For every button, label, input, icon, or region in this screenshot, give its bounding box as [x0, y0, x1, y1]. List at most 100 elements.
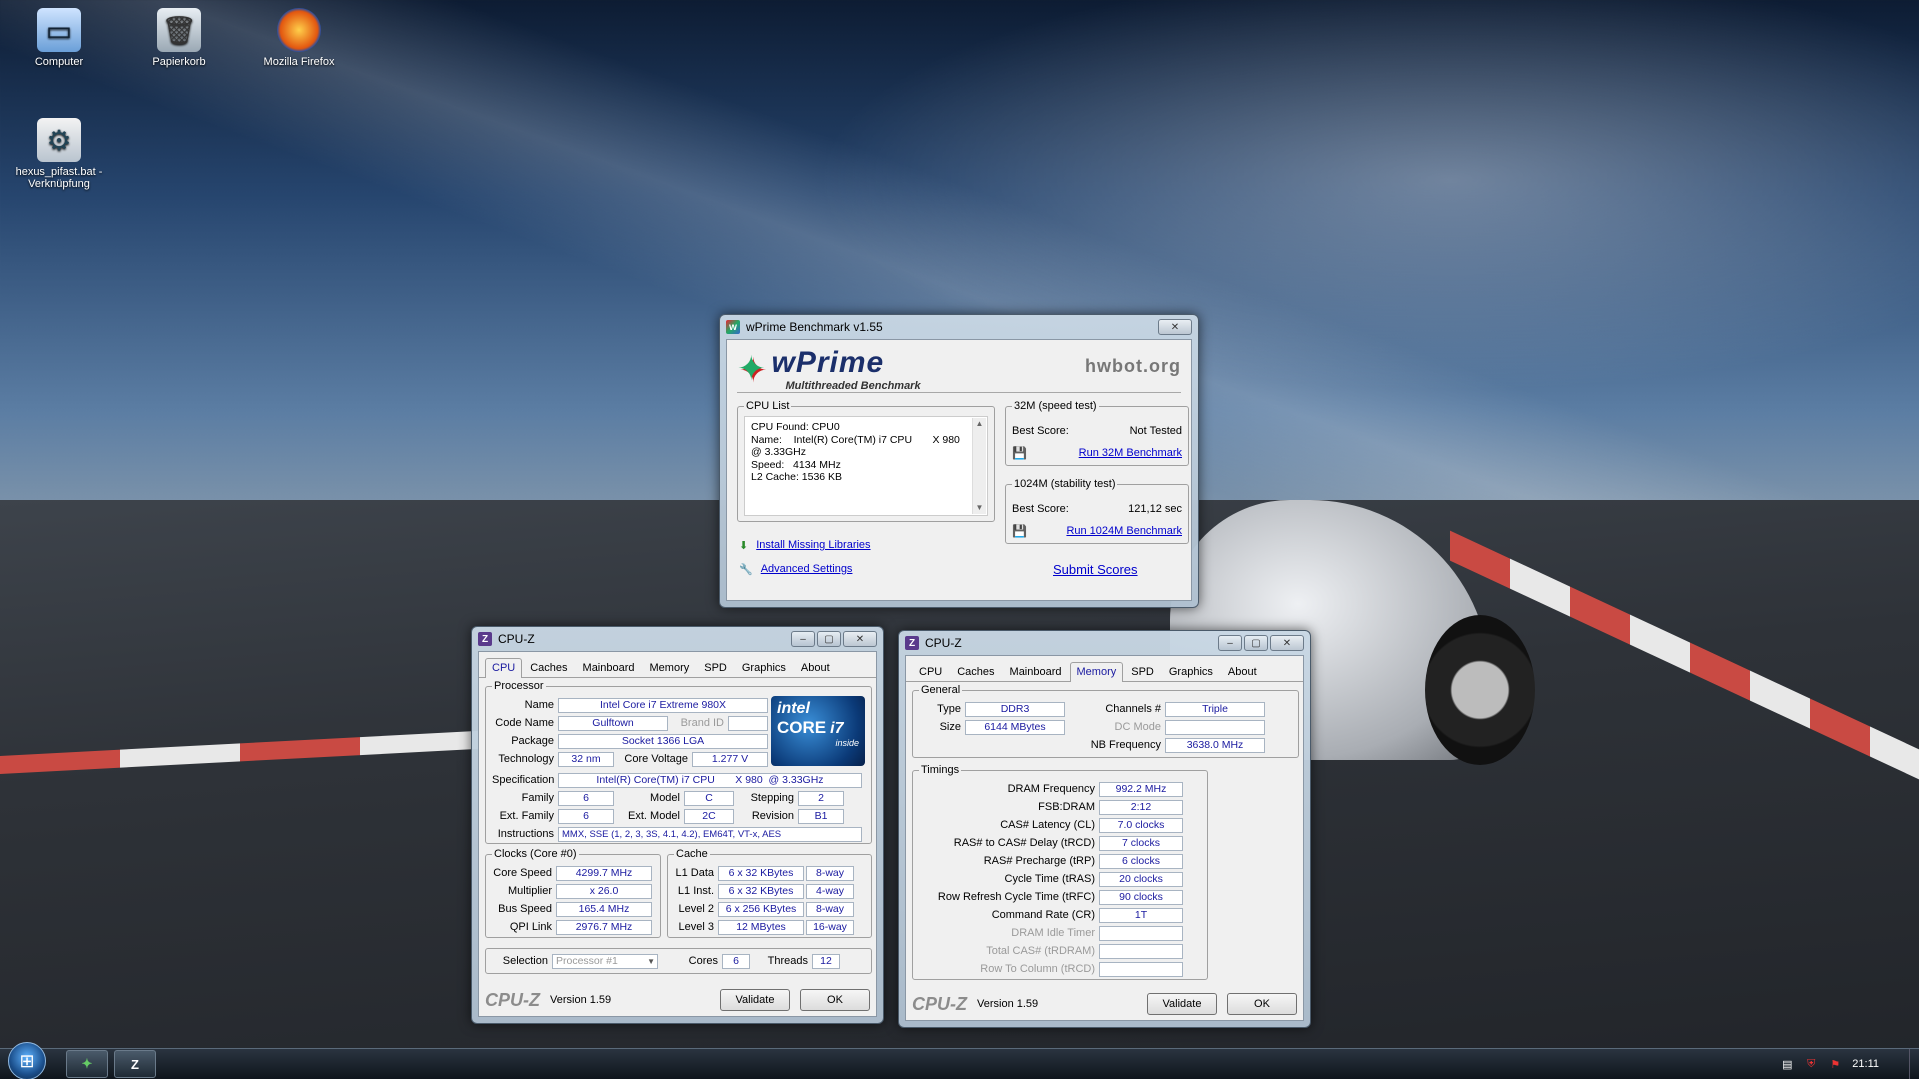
tab-mainboard[interactable]: Mainboard [1003, 662, 1069, 681]
desktop-icon-hexus-pifast[interactable]: ⚙ hexus_pifast.bat - Verknüpfung [14, 118, 104, 190]
cpu-list-box[interactable]: CPU Found: CPU0 Name: Intel(R) Core(TM) … [744, 416, 988, 516]
ok-button[interactable]: OK [800, 989, 870, 1011]
tab-spd[interactable]: SPD [697, 658, 734, 677]
instructions-label: Instructions [497, 828, 554, 840]
cache-level-label: L1 Inst. [677, 885, 714, 897]
close-icon: ✕ [1282, 637, 1292, 649]
desktop-icon-recycle-bin[interactable]: 🗑 Papierkorb [134, 8, 224, 68]
cpuz-memory-client: CPU Caches Mainboard Memory SPD Graphics… [905, 655, 1304, 1021]
tab-spd[interactable]: SPD [1124, 662, 1161, 681]
stepping-value: 2 [798, 790, 844, 806]
timing-label: FSB:DRAM [1038, 801, 1095, 813]
channels-value: Triple [1165, 701, 1265, 717]
security-alert-icon[interactable]: ⛨ [1804, 1057, 1818, 1071]
close-button[interactable]: ✕ [1270, 635, 1304, 651]
cache-way-value: 8-way [806, 865, 854, 881]
start-button[interactable]: ⊞ [8, 1042, 46, 1079]
cores-value: 6 [722, 953, 750, 969]
cache-size-value: 6 x 32 KBytes [718, 883, 804, 899]
package-label: Package [511, 735, 554, 747]
clocks-legend: Clocks (Core #0) [494, 848, 577, 860]
scroll-up-icon[interactable]: ▲ [976, 418, 984, 431]
tab-graphics[interactable]: Graphics [1162, 662, 1220, 681]
specification-value: Intel(R) Core(TM) i7 CPU X 980 @ 3.33GHz [558, 772, 862, 788]
tab-memory[interactable]: Memory [643, 658, 697, 677]
revision-value: B1 [798, 808, 844, 824]
recycle-bin-icon: 🗑 [157, 8, 201, 52]
tab-graphics[interactable]: Graphics [735, 658, 793, 677]
technology-value: 32 nm [558, 751, 614, 767]
clock[interactable]: 21:11 [1852, 1058, 1879, 1070]
qpi-link-value: 2976.7 MHz [556, 919, 652, 935]
processor-legend: Processor [494, 680, 544, 692]
submit-scores-link[interactable]: Submit Scores [1053, 562, 1138, 577]
cpu-list-line: L2 Cache: 1536 KB [751, 471, 843, 483]
ok-button[interactable]: OK [1227, 993, 1297, 1015]
maximize-button[interactable]: ▢ [817, 631, 841, 647]
firefox-icon [277, 8, 321, 52]
minimize-button[interactable]: – [791, 631, 815, 647]
test-32m-group: 32M (speed test) Best Score: Not Tested 💾… [1005, 400, 1189, 466]
tab-cpu[interactable]: CPU [912, 662, 949, 681]
computer-icon: ▭ [37, 8, 81, 52]
core-speed-value: 4299.7 MHz [556, 865, 652, 881]
ext-model-label: Ext. Model [628, 810, 680, 822]
desktop-icon-computer[interactable]: ▭ Computer [14, 8, 104, 68]
network-icon[interactable]: ▤ [1780, 1057, 1794, 1071]
channels-label: Channels # [1105, 703, 1161, 715]
cpu-list-legend: CPU List [746, 400, 790, 412]
codename-label: Code Name [495, 717, 554, 729]
advanced-settings-link[interactable]: Advanced Settings [761, 563, 853, 575]
tab-caches[interactable]: Caches [523, 658, 574, 677]
tab-about[interactable]: About [794, 658, 837, 677]
cpu-list-scrollbar[interactable]: ▲ ▼ [972, 418, 986, 514]
timing-value: 2:12 [1099, 799, 1183, 815]
tab-about[interactable]: About [1221, 662, 1264, 681]
processor-select[interactable]: Processor #1 ▼ [552, 953, 658, 969]
batch-file-icon: ⚙ [37, 118, 81, 162]
bus-speed-value: 165.4 MHz [556, 901, 652, 917]
desktop-icon-firefox[interactable]: Mozilla Firefox [254, 8, 344, 68]
taskbar-wprime[interactable]: ✦ [66, 1050, 108, 1078]
timing-value: 90 clocks [1099, 889, 1183, 905]
version-text: Version 1.59 [977, 998, 1039, 1010]
show-desktop-button[interactable] [1909, 1049, 1919, 1079]
close-button[interactable]: ✕ [843, 631, 877, 647]
general-group: General Type DDR3 Channels # Triple Size 614… [912, 684, 1299, 758]
tab-caches[interactable]: Caches [950, 662, 1001, 681]
floppy-save-icon[interactable]: 💾 [1012, 446, 1027, 460]
family-label: Family [521, 792, 554, 804]
install-missing-libraries-link[interactable]: Install Missing Libraries [756, 539, 870, 551]
run-1024m-benchmark-link[interactable]: Run 1024M Benchmark [1066, 525, 1182, 537]
validate-button[interactable]: Validate [720, 989, 790, 1011]
package-value: Socket 1366 LGA [558, 733, 768, 749]
tab-mainboard[interactable]: Mainboard [576, 658, 642, 677]
size-label: Size [939, 721, 961, 733]
floppy-save-icon[interactable]: 💾 [1012, 524, 1027, 538]
wprime-icon: w [726, 320, 740, 334]
wprime-logo-text: wPrime [771, 346, 885, 379]
validate-button[interactable]: Validate [1147, 993, 1217, 1015]
run-32m-benchmark-link[interactable]: Run 32M Benchmark [1079, 447, 1182, 459]
cpuz-cpu-client: CPU Caches Mainboard Memory SPD Graphics… [478, 651, 877, 1017]
bus-speed-label: Bus Speed [498, 903, 552, 915]
processor-select-value: Processor #1 [556, 954, 618, 967]
cpu-list-line: Name: Intel(R) Core(TM) i7 CPU X 980 [751, 433, 960, 446]
minimize-button[interactable]: – [1218, 635, 1242, 651]
cache-level-label: Level 2 [678, 903, 714, 915]
scroll-down-icon[interactable]: ▼ [976, 502, 984, 515]
cache-group: Cache L1 Data 6 x 32 KBytes 8-way L1 Inst.… [667, 848, 872, 938]
tab-memory[interactable]: Memory [1069, 662, 1124, 682]
wprime-icon: ✦ [81, 1056, 93, 1071]
cpu-list-line: CPU Found: CPU0 [751, 421, 840, 433]
wprime-logo-icon: ✦ [737, 350, 766, 388]
maximize-button[interactable]: ▢ [1244, 635, 1268, 651]
test-1024m-group: 1024M (stability test) Best Score: 121,12… [1005, 478, 1189, 544]
action-center-icon[interactable]: ⚑ [1828, 1057, 1842, 1071]
cpuz-icon: Z [131, 1056, 139, 1072]
close-button[interactable]: ✕ [1158, 319, 1192, 335]
tab-cpu[interactable]: CPU [485, 658, 523, 678]
taskbar-cpuz[interactable]: Z [114, 1050, 156, 1078]
qpi-link-label: QPI Link [509, 921, 552, 933]
selection-label: Selection [502, 955, 548, 967]
